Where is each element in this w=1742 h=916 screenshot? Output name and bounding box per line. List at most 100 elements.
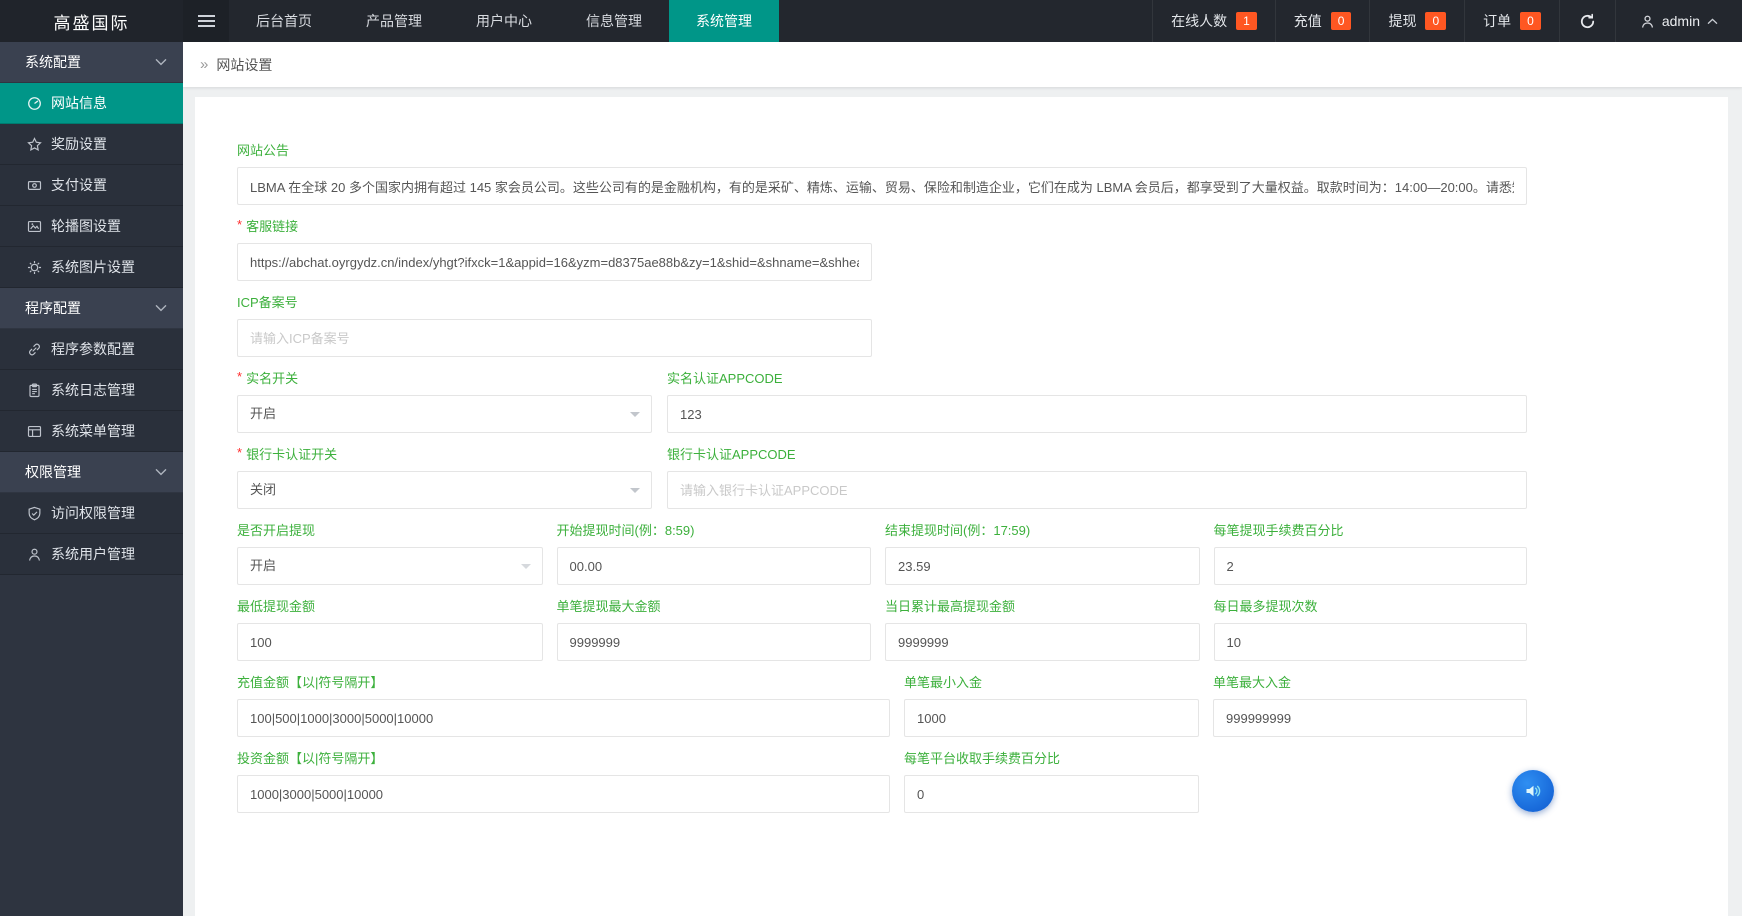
realname-appcode-label: 实名认证APPCODE xyxy=(667,371,783,386)
site-settings-form: 网站公告 *客服链接 ICP备案号 xyxy=(237,142,1528,813)
breadcrumb-chevrons-icon: » xyxy=(200,56,209,73)
bankcard-switch-value: 关闭 xyxy=(250,482,277,497)
realname-switch-value: 开启 xyxy=(250,406,277,421)
hamburger-menu-icon[interactable] xyxy=(183,0,229,42)
withdraw-min-input[interactable] xyxy=(237,623,543,661)
sidebar-item-program-params[interactable]: 程序参数配置 xyxy=(0,329,183,370)
realname-appcode-input[interactable] xyxy=(667,395,1527,433)
breadcrumb: » 网站设置 xyxy=(183,42,1742,87)
chevron-down-icon xyxy=(630,412,640,422)
status-badge: 0 xyxy=(1425,12,1447,30)
sidebar-item-system-users[interactable]: 系统用户管理 xyxy=(0,534,183,575)
status-badge: 1 xyxy=(1236,12,1257,30)
chevron-down-icon xyxy=(155,304,167,312)
sidebar-item-access-permissions[interactable]: 访问权限管理 xyxy=(0,493,183,534)
withdraw-max-daily-input[interactable] xyxy=(885,623,1200,661)
stat-online-users[interactable]: 在线人数 1 xyxy=(1152,0,1275,42)
sidebar-item-system-images[interactable]: 系统图片设置 xyxy=(0,247,183,288)
sidebar-item-label: 程序参数配置 xyxy=(51,341,135,357)
dashboard-icon xyxy=(28,96,41,110)
nav-item-products[interactable]: 产品管理 xyxy=(339,0,449,42)
page-title: 网站设置 xyxy=(216,56,273,73)
username: admin xyxy=(1661,13,1700,29)
sidebar-item-label: 网站信息 xyxy=(51,95,107,111)
withdraw-fee-label: 每笔提现手续费百分比 xyxy=(1213,523,1344,538)
nav-item-info[interactable]: 信息管理 xyxy=(559,0,669,42)
log-icon xyxy=(29,382,40,397)
invest-amounts-input[interactable] xyxy=(237,775,890,813)
chevron-down-icon xyxy=(630,488,640,498)
sidebar-item-label: 系统用户管理 xyxy=(51,546,135,562)
withdraw-enable-label: 是否开启提现 xyxy=(237,523,316,538)
stat-orders[interactable]: 订单 0 xyxy=(1464,0,1559,42)
stat-recharge[interactable]: 充值 0 xyxy=(1274,0,1370,42)
deposit-max-input[interactable] xyxy=(1213,699,1527,737)
withdraw-enable-select[interactable]: 开启 xyxy=(237,547,543,585)
withdraw-end-label: 结束提现时间(例：17:59) xyxy=(885,523,1031,538)
required-mark: * xyxy=(237,369,243,384)
star-icon xyxy=(27,136,42,151)
icp-input[interactable] xyxy=(237,319,872,357)
invest-amounts-label: 投资金额【以|符号隔开】 xyxy=(237,751,384,766)
user-icon xyxy=(1641,15,1653,28)
platform-fee-input[interactable] xyxy=(904,775,1199,813)
sidebar-item-payment-settings[interactable]: 支付设置 xyxy=(0,165,183,206)
nav-item-users[interactable]: 用户中心 xyxy=(449,0,559,42)
withdraw-times-input[interactable] xyxy=(1213,623,1528,661)
withdraw-end-input[interactable] xyxy=(885,547,1200,585)
recharge-amounts-input[interactable] xyxy=(237,699,890,737)
stat-label: 充值 xyxy=(1293,13,1322,29)
chevron-up-icon xyxy=(1707,18,1718,24)
sidebar-item-label: 系统菜单管理 xyxy=(51,423,135,439)
app-logo: 高盛国际 xyxy=(0,0,183,42)
recharge-amounts-label: 充值金额【以|符号隔开】 xyxy=(237,675,384,690)
menu-layout-icon xyxy=(27,425,42,437)
sidebar-item-site-info[interactable]: 网站信息 xyxy=(0,83,183,124)
sidebar-item-system-menus[interactable]: 系统菜单管理 xyxy=(0,411,183,452)
withdraw-start-input[interactable] xyxy=(556,547,872,585)
speaker-icon xyxy=(1526,785,1541,797)
user-menu[interactable]: admin xyxy=(1614,0,1742,42)
deposit-min-input[interactable] xyxy=(904,699,1199,737)
bankcard-switch-select[interactable]: 关闭 xyxy=(237,471,652,509)
service-link-input[interactable] xyxy=(237,243,872,281)
payment-icon xyxy=(27,180,42,190)
sidebar-group-system-config[interactable]: 系统配置 xyxy=(0,42,183,83)
bankcard-appcode-input[interactable] xyxy=(667,471,1527,509)
floating-sound-button[interactable] xyxy=(1512,770,1554,812)
sidebar-item-label: 支付设置 xyxy=(51,177,107,193)
withdraw-max-single-label: 单笔提现最大金额 xyxy=(556,599,661,614)
realname-switch-select[interactable]: 开启 xyxy=(237,395,652,433)
sidebar-group-program-config[interactable]: 程序配置 xyxy=(0,288,183,329)
withdraw-fee-input[interactable] xyxy=(1213,547,1528,585)
withdraw-max-single-input[interactable] xyxy=(556,623,872,661)
sidebar-item-label: 轮播图设置 xyxy=(51,218,121,234)
gear-icon xyxy=(27,260,42,274)
sidebar-item-system-logs[interactable]: 系统日志管理 xyxy=(0,370,183,411)
service-link-label: * 客服链接 xyxy=(237,217,299,234)
sidebar-item-carousel-settings[interactable]: 轮播图设置 xyxy=(0,206,183,247)
deposit-max-label: 单笔最大入金 xyxy=(1213,675,1292,690)
stat-withdraw[interactable]: 提现 0 xyxy=(1369,0,1464,42)
sidebar-item-reward-settings[interactable]: 奖励设置 xyxy=(0,124,183,165)
content-area: 网站公告 *客服链接 ICP备案号 xyxy=(183,87,1742,916)
announcement-label: 网站公告 xyxy=(237,143,290,158)
withdraw-min-label: 最低提现金额 xyxy=(237,599,316,614)
announcement-input[interactable] xyxy=(237,167,1527,205)
sidebar-item-label: 系统图片设置 xyxy=(51,259,135,275)
chevron-down-icon xyxy=(155,468,167,476)
bankcard-appcode-label: 银行卡认证APPCODE xyxy=(667,447,796,462)
nav-item-system[interactable]: 系统管理 xyxy=(669,0,779,42)
withdraw-enable-value: 开启 xyxy=(250,558,277,573)
required-mark: * xyxy=(237,445,243,460)
required-mark: * xyxy=(237,217,243,232)
bankcard-switch-label: * 银行卡认证开关 xyxy=(237,445,338,462)
sidebar: 系统配置 网站信息 奖励设置 支付设置 轮播图设置 系统图片设置 程序配置 程序… xyxy=(0,42,183,916)
stat-label: 订单 xyxy=(1483,13,1512,29)
chevron-down-icon xyxy=(155,58,167,66)
status-badge: 0 xyxy=(1330,12,1352,30)
refresh-icon[interactable] xyxy=(1558,0,1615,42)
sidebar-item-label: 奖励设置 xyxy=(51,136,107,152)
sidebar-group-permissions[interactable]: 权限管理 xyxy=(0,452,183,493)
nav-item-home[interactable]: 后台首页 xyxy=(229,0,339,42)
